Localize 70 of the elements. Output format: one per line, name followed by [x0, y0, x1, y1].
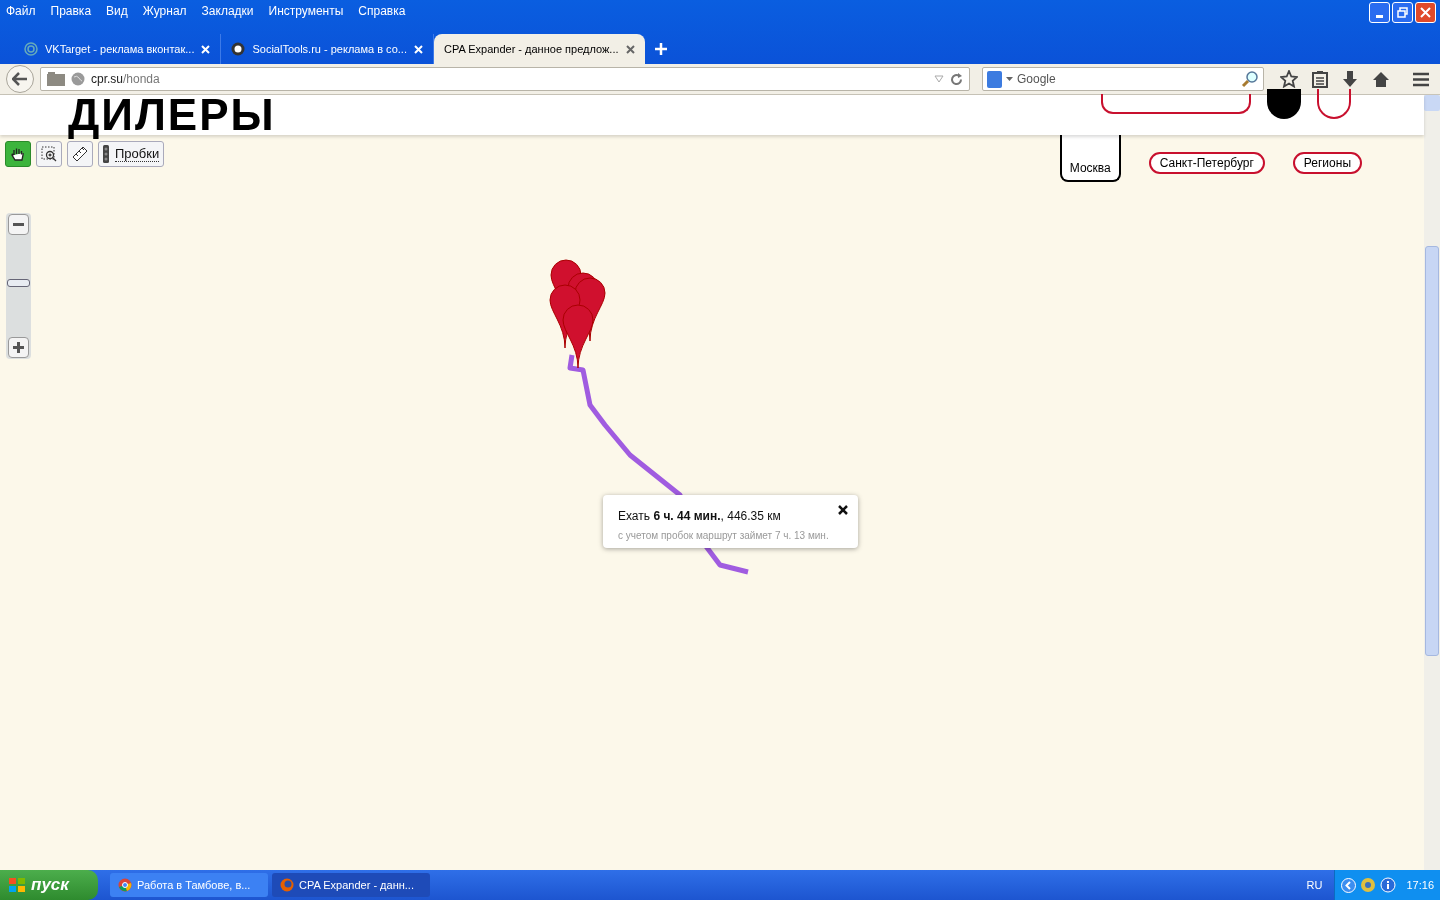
pan-tool-button[interactable]	[5, 141, 31, 167]
search-field[interactable]: Google	[982, 67, 1264, 91]
magnifier-icon	[41, 146, 57, 162]
hand-icon	[10, 146, 26, 162]
city-tab[interactable]: Санкт-Петербург	[1148, 152, 1265, 174]
star-icon[interactable]	[1280, 70, 1298, 88]
menu-item[interactable]: Журнал	[142, 2, 187, 20]
globe-icon	[71, 72, 85, 86]
caret-icon[interactable]	[1006, 77, 1013, 81]
zoom-area-button[interactable]	[36, 141, 62, 167]
zoom-in-button[interactable]	[8, 337, 29, 358]
reload-icon[interactable]	[950, 72, 963, 86]
route-traffic-note: с учетом пробок маршрут займет 7 ч. 13 мин.	[618, 529, 830, 542]
start-button[interactable]: пуск	[0, 870, 98, 900]
address-field[interactable]: cpr.su/honda	[40, 67, 970, 91]
ruler-icon	[72, 146, 88, 162]
map-marker-cluster[interactable]	[549, 259, 606, 369]
close-icon	[1420, 7, 1431, 18]
home-icon[interactable]	[1372, 70, 1390, 88]
menu-item[interactable]: Справка	[358, 2, 406, 20]
menu-item[interactable]: Закладки	[201, 2, 254, 20]
menu-item[interactable]: Правка	[50, 2, 92, 20]
close-icon[interactable]	[625, 44, 635, 54]
url-text: cpr.su/honda	[91, 71, 160, 88]
search-icon[interactable]	[1241, 70, 1259, 88]
target-icon	[24, 42, 38, 56]
ruler-tool-button[interactable]	[67, 141, 93, 167]
browser-icon	[280, 878, 294, 892]
restore-button[interactable]	[1392, 2, 1413, 23]
route-summary: Ехать 6 ч. 44 мин., 446.35 км	[618, 508, 782, 525]
city-tab[interactable]: Регионы	[1292, 152, 1362, 174]
folder-icon[interactable]	[47, 72, 65, 86]
taskbar-button[interactable]: Работа в Тамбове, в...	[110, 873, 268, 897]
plus-icon	[13, 342, 24, 353]
restore-icon	[1397, 7, 1408, 18]
back-arrow-icon	[12, 72, 28, 86]
browser-tab[interactable]: CPA Expander - данное предлож...	[433, 34, 645, 64]
zoom-slider[interactable]	[6, 213, 31, 359]
clock: 17:16	[1406, 877, 1434, 893]
minus-icon	[13, 223, 24, 226]
tab-title: VKTarget - реклама вконтак...	[45, 41, 195, 57]
download-icon[interactable]	[1342, 70, 1358, 88]
circle-icon	[231, 42, 246, 56]
back-button[interactable]	[6, 65, 34, 93]
zoom-out-button[interactable]	[8, 214, 29, 235]
close-button[interactable]	[838, 505, 848, 515]
new-tab-icon[interactable]	[654, 43, 667, 55]
header-round-button[interactable]	[1267, 89, 1301, 119]
city-tab[interactable]: Москва	[1059, 135, 1121, 182]
header-button[interactable]	[1101, 94, 1251, 114]
language-indicator[interactable]: RU	[1306, 876, 1323, 894]
info-icon[interactable]	[1380, 877, 1397, 893]
menu-icon[interactable]	[1412, 71, 1430, 87]
menu-item[interactable]: Вид	[106, 2, 128, 20]
vertical-scrollbar[interactable]	[1424, 95, 1440, 870]
taskbar-button[interactable]: CPA Expander - данн...	[272, 873, 430, 897]
page-heading: ДИЛЕРЫ	[68, 93, 276, 137]
chevron-icon[interactable]	[1341, 877, 1357, 893]
windows-logo-icon	[8, 877, 26, 893]
menu-item[interactable]: Файл	[6, 2, 36, 20]
browser-icon	[118, 878, 132, 892]
search-input: Google	[1017, 70, 1237, 88]
traffic-button[interactable]: Пробки	[98, 141, 165, 167]
traffic-light-icon	[103, 145, 109, 163]
tab-title: CPA Expander - данное предлож...	[443, 41, 619, 57]
clipboard-icon[interactable]	[1312, 70, 1328, 88]
zoom-slider-thumb[interactable]	[7, 278, 30, 287]
tab-title: SocialTools.ru - реклама в со...	[252, 41, 407, 57]
menu-item[interactable]: Инструменты	[268, 2, 344, 20]
minimize-button[interactable]	[1369, 2, 1390, 23]
